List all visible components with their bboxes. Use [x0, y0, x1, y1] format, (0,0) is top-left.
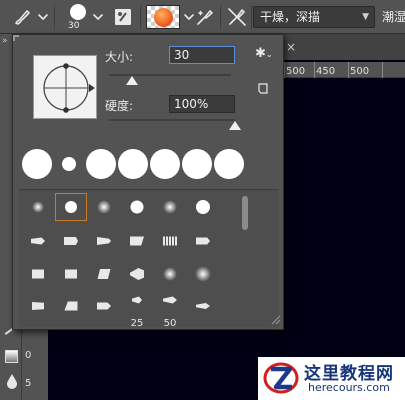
new-preset-icon[interactable] — [257, 83, 269, 95]
brush-preset-flat[interactable] — [22, 292, 54, 320]
brush-preset-angled[interactable] — [88, 260, 120, 288]
dropdown-arrow-icon: ▼ — [362, 12, 369, 22]
current-color-swatch[interactable] — [146, 5, 180, 29]
hardness-slider-thumb[interactable] — [229, 121, 241, 130]
brush-preset-hard-round-selected[interactable] — [55, 193, 87, 221]
preset-size-label: 50 — [163, 318, 177, 329]
hardness-label: 硬度: — [105, 99, 134, 113]
ruler-tick: 450 — [316, 66, 336, 77]
brush-preset-airbrush-25[interactable]: 25 — [121, 292, 153, 329]
horizontal-ruler: 500 450 500 — [282, 62, 405, 78]
brush-preset-soft-round[interactable] — [154, 260, 186, 288]
close-tab-icon[interactable]: × — [286, 40, 296, 54]
brush-preset-marker[interactable] — [55, 227, 87, 255]
watermark-logo-icon — [263, 362, 299, 394]
ruler-tick: 500 — [286, 66, 306, 77]
mix-mode-value: 干燥，深描 — [260, 10, 321, 24]
brush-preset-chisel[interactable] — [88, 292, 120, 320]
recent-brush[interactable] — [86, 149, 116, 179]
options-bar: 30 干燥，深描 ▼ 潮湿 — [0, 0, 405, 34]
brush-preset-airbrush[interactable] — [187, 292, 219, 320]
brush-preset-soft-round[interactable] — [154, 193, 186, 221]
recent-brush[interactable] — [214, 149, 244, 179]
recent-brush[interactable] — [150, 149, 180, 179]
recent-brush[interactable] — [62, 157, 76, 171]
hardness-input[interactable]: 100% — [169, 95, 235, 113]
brush-preset-picker: 大小: 30 ✱⌄ 硬度: 100% 25 50 — [12, 34, 284, 330]
brush-preset-airbrush-50[interactable]: 50 — [154, 292, 186, 329]
brush-tool-icon[interactable] — [12, 7, 32, 27]
wet-label: 潮湿 — [382, 10, 405, 24]
collapse-icon[interactable]: » — [2, 36, 8, 46]
hardness-slider-track[interactable] — [109, 119, 235, 121]
recent-brush[interactable] — [22, 149, 52, 179]
brush-preset-hard-round[interactable] — [187, 193, 219, 221]
ruler-tick: 5 — [25, 378, 32, 389]
gradient-tool-icon[interactable] — [5, 350, 18, 363]
brush-preset-soft-round[interactable] — [88, 193, 120, 221]
brush-preset-pencil[interactable] — [22, 227, 54, 255]
brush-preset-chisel[interactable] — [121, 227, 153, 255]
preset-scrollbar[interactable] — [242, 196, 248, 230]
brush-preset-flat[interactable] — [55, 260, 87, 288]
brush-size-readout: 30 — [68, 21, 80, 31]
size-slider-thumb[interactable] — [126, 76, 139, 85]
recent-brush[interactable] — [118, 149, 148, 179]
brush-preset-flat[interactable] — [22, 260, 54, 288]
resize-grip-icon[interactable] — [271, 315, 281, 325]
brush-picker-chevron-icon[interactable] — [93, 12, 103, 22]
angle-circle-icon[interactable] — [34, 56, 98, 120]
brush-preset-hard-round[interactable] — [121, 193, 153, 221]
ruler-tick: 500 — [350, 66, 370, 77]
brush-panel-toggle-icon[interactable] — [113, 7, 133, 27]
swatch-chevron-icon[interactable] — [184, 12, 194, 22]
panel-corner — [13, 35, 19, 41]
settings-gear-icon[interactable]: ✱⌄ — [255, 46, 273, 61]
clean-brush-icon[interactable] — [226, 6, 248, 28]
brush-preset-bristle[interactable] — [154, 227, 186, 255]
brush-preset-soft-round[interactable] — [187, 260, 219, 288]
recent-brushes — [18, 147, 244, 183]
brush-preset-angled[interactable] — [55, 292, 87, 320]
mix-mode-select[interactable]: 干燥，深描 ▼ — [253, 6, 375, 28]
size-input[interactable]: 30 — [169, 46, 235, 64]
brush-preset-crayon[interactable] — [187, 227, 219, 255]
load-brush-icon[interactable] — [195, 7, 215, 27]
brush-preset-fan[interactable] — [121, 260, 153, 288]
brush-tip-preview[interactable] — [70, 4, 86, 20]
brush-angle-roundness-widget[interactable] — [33, 55, 97, 119]
blur-tool-icon[interactable] — [5, 372, 19, 390]
brush-preset-marker[interactable] — [88, 227, 120, 255]
ruler-tick: 0 — [25, 350, 32, 361]
vertical-ruler: 5 0 5 — [22, 320, 48, 400]
chevron-down-icon[interactable] — [38, 12, 48, 22]
watermark-url: herecours.com — [308, 381, 390, 394]
size-label: 大小: — [105, 50, 134, 64]
preset-size-label: 25 — [130, 318, 144, 329]
brush-preset-soft-round[interactable] — [22, 193, 54, 221]
brush-preset-grid: 25 50 — [19, 189, 279, 329]
recent-brush[interactable] — [182, 149, 212, 179]
site-watermark: 这里教程网 herecours.com — [258, 357, 405, 400]
